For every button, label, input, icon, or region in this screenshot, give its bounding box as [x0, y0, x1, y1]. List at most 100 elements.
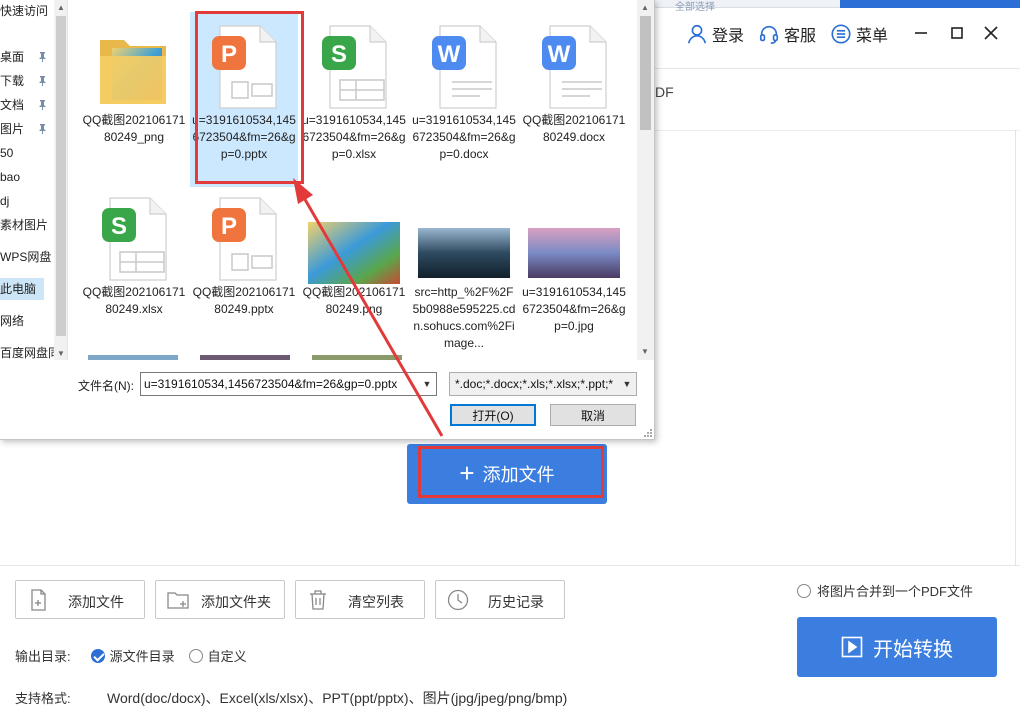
nav-item-label: 此电脑 — [0, 282, 37, 296]
nav-item[interactable]: 快速访问 — [0, 0, 48, 22]
add-file-button[interactable]: 添加文件 — [15, 580, 145, 619]
file-tile[interactable]: QQ截图20210617180249_png — [80, 12, 188, 187]
svg-text:W: W — [438, 41, 461, 68]
partial-file-tile[interactable] — [312, 355, 402, 360]
plus-icon: + — [459, 457, 475, 488]
output-label: 输出目录: — [15, 649, 71, 664]
minimize-button[interactable] — [910, 22, 932, 44]
file-tile[interactable]: src=http_%2F%2F5b0988e595225.cdn.sohucs.… — [410, 184, 518, 359]
pptx-file-icon: P — [204, 22, 284, 112]
filter-chevron-icon[interactable]: ▼ — [618, 373, 636, 395]
nav-item[interactable]: 图片 — [0, 118, 46, 140]
add-folder-button[interactable]: 添加文件夹 — [155, 580, 285, 619]
nav-item[interactable]: 素材图片 — [0, 214, 48, 236]
output-source-radio[interactable] — [90, 648, 105, 663]
xlsx-file-icon: S — [94, 194, 174, 284]
pin-icon — [39, 76, 46, 86]
play-icon — [841, 636, 863, 658]
nav-item[interactable]: 下载 — [0, 70, 46, 92]
grid-scroll-down-icon[interactable]: ▼ — [638, 344, 652, 358]
grid-scroll-thumb[interactable] — [640, 16, 651, 130]
pdf-option-fragment: DF — [655, 84, 674, 100]
file-grid-scrollbar[interactable]: ▲ ▼ — [637, 0, 654, 360]
file-tile[interactable]: u=3191610534,1456723504&fm=26&gp=0.jpg — [520, 184, 628, 359]
merge-images-option[interactable]: 将图片合并到一个PDF文件 — [797, 581, 973, 600]
clear-list-button[interactable]: 清空列表 — [295, 580, 425, 619]
login-button[interactable]: 登录 — [686, 22, 744, 46]
nav-scroll-up-icon[interactable]: ▲ — [54, 0, 67, 14]
formats-value: Word(doc/docx)、Excel(xls/xlsx)、PPT(ppt/p… — [107, 690, 568, 706]
grid-scroll-up-icon[interactable]: ▲ — [638, 0, 652, 14]
nav-scroll-thumb[interactable] — [56, 16, 66, 336]
top-strip-accent — [840, 0, 1020, 8]
pptx-file-icon: P — [204, 194, 284, 284]
file-name: src=http_%2F%2F5b0988e595225.cdn.sohucs.… — [412, 285, 516, 350]
folder-icon — [94, 22, 174, 112]
select-all-tab[interactable]: 全部选择 — [675, 0, 715, 13]
file-tile[interactable]: Wu=3191610534,1456723504&fm=26&gp=0.docx — [410, 12, 518, 187]
add-file-main-button[interactable]: + 添加文件 — [407, 444, 607, 504]
menu-label: 菜单 — [856, 28, 889, 45]
nav-item-label: 50 — [0, 146, 14, 160]
image-thumbnail — [528, 194, 620, 284]
user-icon — [687, 24, 707, 44]
file-name: u=3191610534,1456723504&fm=26&gp=0.pptx — [192, 113, 296, 161]
file-name: QQ截图20210617180249.xlsx — [82, 285, 186, 316]
cancel-button[interactable]: 取消 — [550, 404, 636, 426]
file-tile[interactable]: Su=3191610534,1456723504&fm=26&gp=0.xlsx — [300, 12, 408, 187]
file-name: QQ截图20210617180249.png — [302, 285, 406, 316]
history-button[interactable]: 历史记录 — [435, 580, 565, 619]
navigation-pane: 快速访问桌面 下载 文档 图片 50 bao dj 素材图片 WPS网盘此电脑网络百度网盘同 ▲… — [0, 0, 68, 360]
menu-button[interactable]: 菜单 — [830, 22, 888, 46]
file-tile[interactable]: P QQ截图20210617180249.pptx — [190, 184, 298, 359]
service-label: 客服 — [784, 28, 817, 45]
chevron-down-icon[interactable]: ▼ — [418, 373, 436, 395]
nav-item[interactable]: 百度网盘同 — [0, 342, 60, 360]
svg-text:P: P — [221, 213, 237, 240]
filename-label: 文件名(N): — [78, 379, 134, 393]
nav-item[interactable]: dj — [0, 190, 46, 212]
output-dir-row: 输出目录: 源文件目录 自定义 — [15, 646, 247, 665]
file-tile[interactable]: W QQ截图20210617180249.docx — [520, 12, 628, 187]
file-type-filter[interactable]: *.doc;*.docx;*.xls;*.xlsx;*.ppt;* ▼ — [449, 372, 637, 396]
minimize-icon — [915, 32, 927, 34]
nav-item[interactable]: 50 — [0, 142, 46, 164]
nav-item[interactable]: 文档 — [0, 94, 46, 116]
content-divider — [655, 130, 1020, 131]
file-name: QQ截图20210617180249.pptx — [192, 285, 296, 316]
nav-item[interactable]: 此电脑 — [0, 278, 44, 300]
file-tile[interactable]: Pu=3191610534,1456723504&fm=26&gp=0.pptx — [190, 12, 298, 187]
nav-item[interactable]: 网络 — [0, 310, 46, 332]
open-button[interactable]: 打开(O) — [450, 404, 536, 426]
nav-item[interactable]: 桌面 — [0, 46, 46, 68]
partial-file-tile[interactable] — [200, 355, 290, 360]
nav-item[interactable]: WPS网盘 — [0, 246, 51, 268]
output-custom-option[interactable]: 自定义 — [188, 646, 247, 665]
nav-scroll-down-icon[interactable]: ▼ — [54, 346, 67, 360]
svg-text:W: W — [548, 41, 571, 68]
service-button[interactable]: 客服 — [758, 22, 816, 46]
nav-scrollbar[interactable]: ▲ ▼ — [54, 0, 67, 360]
output-source-option[interactable]: 源文件目录 — [90, 646, 175, 665]
header-divider — [655, 68, 1020, 69]
xlsx-file-icon: S — [314, 22, 394, 112]
output-source-label: 源文件目录 — [109, 649, 175, 664]
filename-value: u=3191610534,1456723504&fm=26&gp=0.pptx — [144, 377, 398, 391]
resize-grip-icon[interactable] — [642, 427, 652, 437]
close-button[interactable] — [980, 22, 1002, 44]
partial-file-tile[interactable] — [88, 355, 178, 360]
pin-icon — [39, 100, 46, 110]
start-convert-button[interactable]: 开始转换 — [797, 617, 997, 677]
maximize-button[interactable] — [946, 22, 968, 44]
file-tile[interactable]: QQ截图20210617180249.png — [300, 184, 408, 359]
top-strip: 全部选择 — [655, 0, 1020, 13]
file-tile[interactable]: S QQ截图20210617180249.xlsx — [80, 184, 188, 359]
merge-radio[interactable] — [797, 583, 811, 598]
nav-item[interactable]: bao — [0, 166, 46, 188]
filename-input[interactable]: u=3191610534,1456723504&fm=26&gp=0.pptx … — [140, 372, 437, 396]
output-custom-radio[interactable] — [188, 648, 203, 663]
file-area-border — [1015, 130, 1016, 565]
output-custom-label: 自定义 — [207, 649, 247, 664]
file-name: u=3191610534,1456723504&fm=26&gp=0.jpg — [522, 285, 626, 333]
image-thumbnail — [308, 194, 400, 284]
